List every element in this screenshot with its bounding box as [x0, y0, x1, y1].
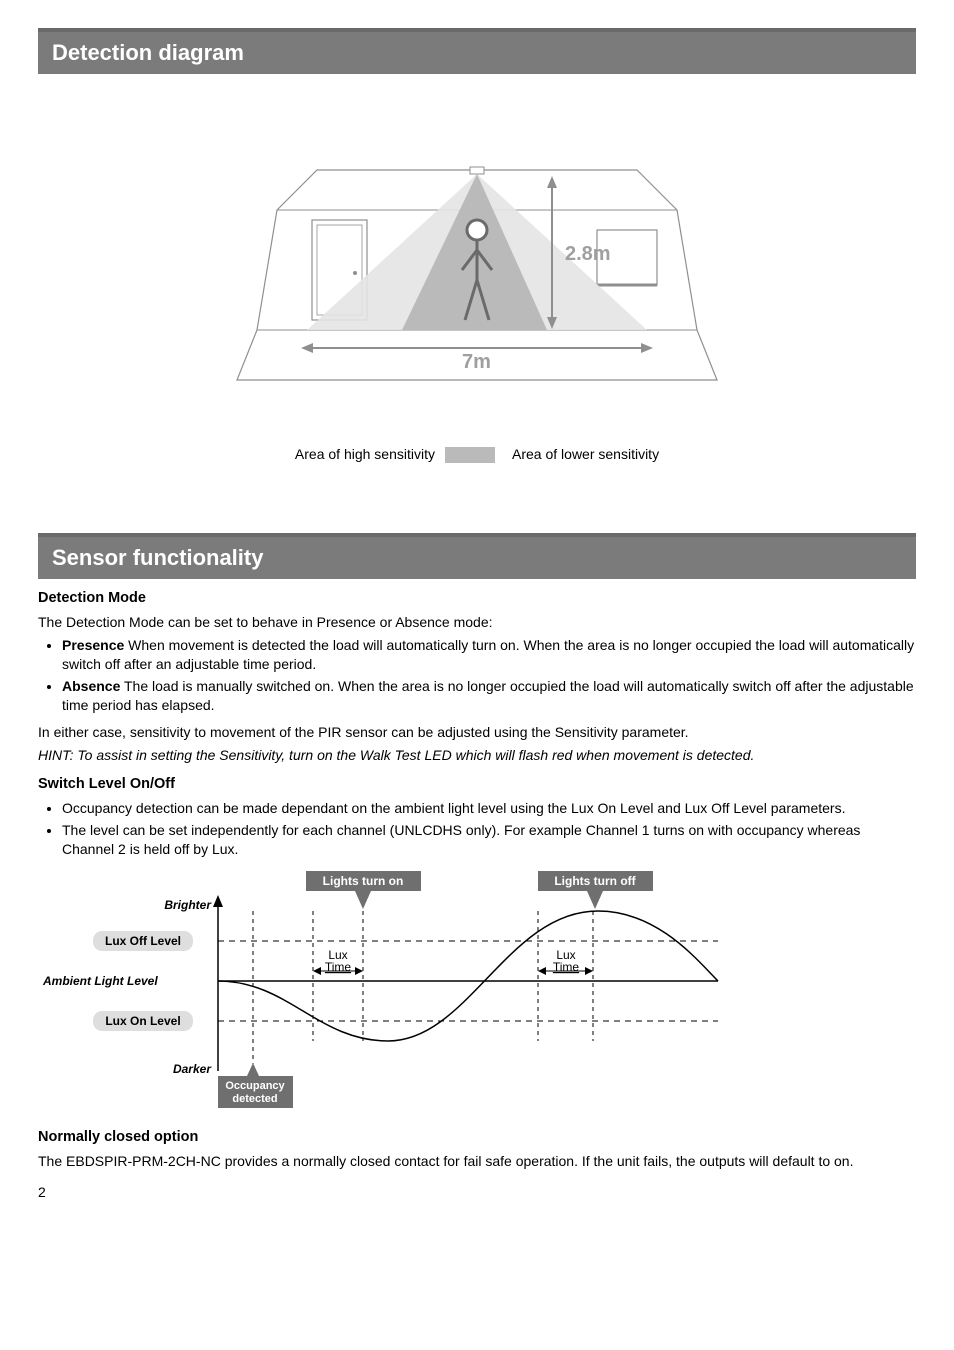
svg-text:Occupancy: Occupancy — [225, 1080, 285, 1092]
either-case-text: In either case, sensitivity to movement … — [38, 723, 916, 742]
absence-bullet: Absence The load is manually switched on… — [62, 677, 916, 715]
room-diagram-svg: 2.8m 7m — [217, 110, 737, 420]
section-2-header: Sensor functionality — [38, 533, 916, 579]
switch-level-b2: The level can be set independently for e… — [62, 821, 916, 859]
switch-level-heading: Switch Level On/Off — [38, 775, 916, 795]
detection-diagram: 2.8m 7m — [38, 82, 916, 435]
absence-label: Absence — [62, 678, 120, 694]
svg-text:detected: detected — [232, 1093, 277, 1105]
svg-text:Lux Off Level: Lux Off Level — [105, 934, 181, 948]
normally-closed-heading: Normally closed option — [38, 1128, 916, 1148]
detection-mode-intro: The Detection Mode can be set to behave … — [38, 613, 916, 632]
lux-chart-svg: Brighter Darker Lux Off Level Ambient Li… — [38, 871, 738, 1111]
svg-text:Lights turn on: Lights turn on — [323, 874, 404, 888]
legend-low-label: Area of lower sensitivity — [512, 446, 659, 462]
normally-closed-text: The EBDSPIR-PRM-2CH-NC provides a normal… — [38, 1152, 916, 1171]
detection-mode-list: Presence When movement is detected the l… — [38, 636, 916, 716]
svg-text:Time: Time — [325, 960, 352, 974]
diagram-legend: Area of high sensitivity Area of lower s… — [38, 435, 916, 494]
switch-level-b1: Occupancy detection can be made dependan… — [62, 799, 916, 818]
hint-text: HINT: To assist in setting the Sensitivi… — [38, 746, 916, 765]
absence-text: The load is manually switched on. When t… — [62, 678, 914, 713]
lux-chart: Brighter Darker Lux Off Level Ambient Li… — [38, 867, 916, 1118]
presence-label: Presence — [62, 637, 124, 653]
presence-bullet: Presence When movement is detected the l… — [62, 636, 916, 674]
svg-text:Lights turn off: Lights turn off — [554, 874, 636, 888]
svg-text:Ambient Light Level: Ambient Light Level — [42, 974, 158, 988]
svg-text:Darker: Darker — [173, 1062, 212, 1076]
presence-text: When movement is detected the load will … — [62, 637, 914, 672]
legend-high-label: Area of high sensitivity — [295, 446, 435, 462]
svg-text:Time: Time — [553, 960, 580, 974]
diagram-height-label: 2.8m — [565, 243, 611, 265]
diagram-width-label: 7m — [462, 351, 491, 373]
svg-text:Brighter: Brighter — [164, 898, 212, 912]
section-1-header: Detection diagram — [38, 28, 916, 74]
page-number: 2 — [38, 1183, 916, 1202]
switch-level-list: Occupancy detection can be made dependan… — [38, 799, 916, 860]
svg-text:Lux On Level: Lux On Level — [105, 1014, 180, 1028]
detection-mode-heading: Detection Mode — [38, 589, 916, 609]
legend-high-swatch — [445, 447, 495, 463]
